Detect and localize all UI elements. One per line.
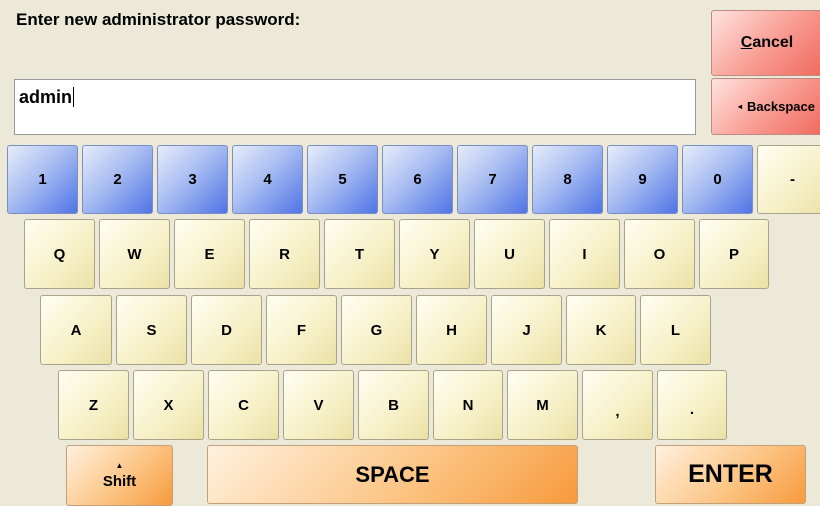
key-e-label: E — [204, 245, 215, 263]
key-9-label: 9 — [638, 171, 647, 188]
key-u-label: U — [504, 245, 515, 263]
shift-arrow-icon: ▲ — [115, 460, 124, 470]
key-m[interactable]: M — [507, 370, 578, 440]
key-h-label: H — [446, 321, 457, 339]
key-2[interactable]: 2 — [82, 145, 153, 214]
key-m-label: M — [536, 396, 549, 414]
key-p[interactable]: P — [699, 219, 769, 289]
key-u[interactable]: U — [474, 219, 545, 289]
key-w-label: W — [127, 245, 142, 263]
key-period-label: . — [689, 400, 695, 418]
shift-label: Shift — [102, 472, 137, 490]
key-b[interactable]: B — [358, 370, 429, 440]
key-s[interactable]: S — [116, 295, 187, 365]
key-comma-label: , — [615, 402, 620, 420]
key-6[interactable]: 6 — [382, 145, 453, 214]
key-t[interactable]: T — [324, 219, 395, 289]
enter-label: ENTER — [688, 460, 773, 488]
key-y-label: Y — [429, 245, 440, 263]
key-4[interactable]: 4 — [232, 145, 303, 214]
key-7-label: 7 — [488, 171, 497, 188]
key-b-label: B — [388, 396, 399, 414]
key-1-label: 1 — [38, 171, 47, 188]
key-o[interactable]: O — [624, 219, 695, 289]
key-f-label: F — [296, 321, 307, 339]
key-h[interactable]: H — [416, 295, 487, 365]
key-d-label: D — [221, 321, 232, 339]
key-j[interactable]: J — [491, 295, 562, 365]
key-g[interactable]: G — [341, 295, 412, 365]
key-9[interactable]: 9 — [607, 145, 678, 214]
key-q-label: Q — [53, 245, 66, 263]
password-input-value: admin — [19, 87, 73, 107]
key-r-label: R — [279, 245, 290, 263]
key-0[interactable]: 0 — [682, 145, 753, 214]
space-label: SPACE — [355, 461, 430, 487]
key-3[interactable]: 3 — [157, 145, 228, 214]
key-n-label: N — [462, 396, 474, 414]
key-x-label: X — [163, 396, 174, 414]
cancel-mnemonic: C — [740, 34, 753, 51]
key-w[interactable]: W — [99, 219, 170, 289]
key-y[interactable]: Y — [399, 219, 470, 289]
key-6-label: 6 — [413, 171, 422, 188]
space-button[interactable]: SPACE — [207, 445, 578, 504]
key-t-label: T — [354, 245, 365, 263]
key-g-label: G — [370, 321, 383, 339]
cancel-button[interactable]: Cancel — [711, 10, 820, 76]
enter-button[interactable]: ENTER — [655, 445, 806, 504]
key-7[interactable]: 7 — [457, 145, 528, 214]
key-v-label: V — [313, 396, 324, 414]
key-5-label: 5 — [338, 171, 347, 188]
left-arrow-icon: ◂ — [738, 102, 743, 111]
key-period[interactable]: . — [657, 370, 727, 440]
key-k[interactable]: K — [566, 295, 636, 365]
key-q[interactable]: Q — [24, 219, 95, 289]
key-o-label: O — [653, 245, 666, 263]
key-8-label: 8 — [563, 171, 572, 188]
key-z[interactable]: Z — [58, 370, 129, 440]
key-p-label: P — [728, 245, 739, 263]
key-i[interactable]: I — [549, 219, 620, 289]
shift-button[interactable]: ▲ Shift — [66, 445, 173, 506]
key-c[interactable]: C — [208, 370, 279, 440]
key-n[interactable]: N — [433, 370, 503, 440]
cancel-label: ancel — [752, 34, 794, 51]
key-l[interactable]: L — [640, 295, 711, 365]
key-v[interactable]: V — [283, 370, 354, 440]
key-i-label: I — [582, 245, 587, 263]
key-a-label: A — [70, 321, 82, 339]
key-j-label: J — [522, 321, 531, 339]
key-l-label: L — [670, 321, 681, 339]
key-k-label: K — [595, 321, 607, 339]
key-5[interactable]: 5 — [307, 145, 378, 214]
key-0-label: 0 — [713, 171, 722, 188]
key-4-label: 4 — [263, 171, 272, 188]
key-minus-label: - — [790, 171, 795, 188]
key-a[interactable]: A — [40, 295, 112, 365]
backspace-label: Backspace — [747, 99, 815, 114]
key-e[interactable]: E — [174, 219, 245, 289]
key-1[interactable]: 1 — [7, 145, 78, 214]
key-z-label: Z — [88, 396, 99, 414]
text-caret — [73, 87, 75, 107]
key-8[interactable]: 8 — [532, 145, 603, 214]
key-r[interactable]: R — [249, 219, 320, 289]
key-f[interactable]: F — [266, 295, 337, 365]
key-comma[interactable]: , — [582, 370, 653, 440]
password-prompt: Enter new administrator password: — [16, 10, 301, 29]
password-input[interactable]: admin — [14, 79, 696, 135]
key-minus[interactable]: - — [757, 145, 820, 214]
key-d[interactable]: D — [191, 295, 262, 365]
backspace-button[interactable]: ◂ Backspace — [711, 78, 820, 135]
key-s-label: S — [146, 321, 157, 339]
key-x[interactable]: X — [133, 370, 204, 440]
key-2-label: 2 — [113, 171, 122, 188]
key-3-label: 3 — [188, 171, 197, 188]
key-c-label: C — [238, 396, 249, 414]
